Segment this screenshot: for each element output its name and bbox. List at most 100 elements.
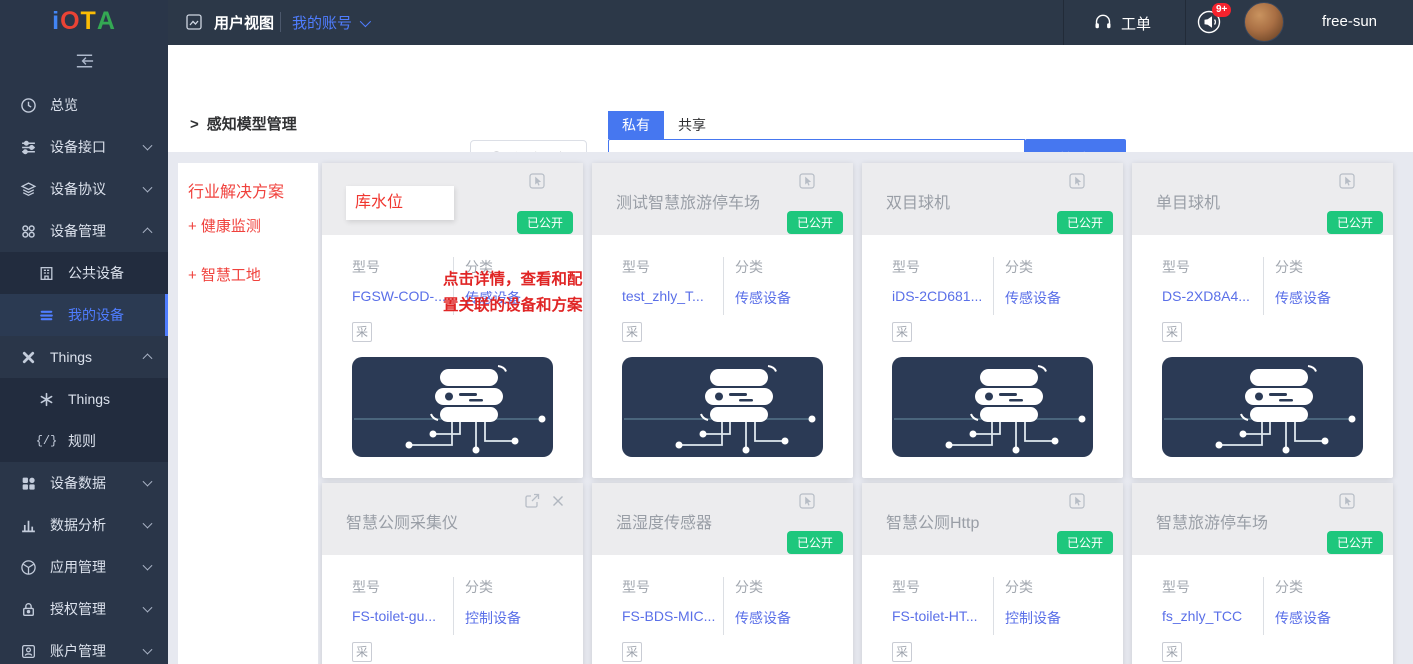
collapse-sidebar-button[interactable] xyxy=(0,42,168,84)
card-info: 型号 iDS-2CD681... 分类 传感设备 xyxy=(892,257,1109,315)
publish-cursor-icon[interactable] xyxy=(1339,493,1355,509)
solution-item-smart-site[interactable]: + 智慧工地 xyxy=(188,264,308,285)
device-card-card-1[interactable]: 已公开 型号 FGSW-COD-... 分类 传感设备 采 库水位 点击详情，查… xyxy=(322,163,583,478)
sidebar-item-account-management[interactable]: 账户管理 xyxy=(0,630,168,664)
category-label: 分类 xyxy=(1005,577,1061,597)
solutions-panel: 行业解决方案 + 健康监测+ 智慧工地 xyxy=(178,163,318,664)
sidebar-item-label: 授权管理 xyxy=(50,599,106,619)
published-badge: 已公开 xyxy=(1057,531,1113,554)
model-label: 型号 xyxy=(622,577,723,597)
device-card-card-6[interactable]: 温湿度传感器 已公开 型号 FS-BDS-MIC... 分类 传感设备 采 xyxy=(592,483,853,664)
chevron-down-icon xyxy=(143,519,153,529)
category-link[interactable]: 控制设备 xyxy=(465,608,521,628)
published-badge: 已公开 xyxy=(787,531,843,554)
tab-private[interactable]: 私有 xyxy=(608,111,664,139)
device-image xyxy=(1162,357,1363,457)
category-link[interactable]: 控制设备 xyxy=(1005,608,1061,628)
device-card-card-3[interactable]: 双目球机 已公开 型号 iDS-2CD681... 分类 传感设备 采 xyxy=(862,163,1123,478)
sidebar-item-label: 公共设备 xyxy=(68,263,124,283)
braces-icon: {/} xyxy=(38,433,55,450)
category-link[interactable]: 传感设备 xyxy=(735,608,791,628)
published-badge: 已公开 xyxy=(1327,531,1383,554)
model-label: 型号 xyxy=(892,577,993,597)
card-header: 智慧公厕采集仪 xyxy=(322,483,583,555)
card-title: 智慧公厕采集仪 xyxy=(346,509,458,533)
sidebar-item-label: Things xyxy=(50,349,92,365)
sidebar-item-rules[interactable]: {/} 规则 xyxy=(0,420,168,462)
sidebar-item-device-data[interactable]: 设备数据 xyxy=(0,462,168,504)
device-image xyxy=(622,357,823,457)
collect-tag: 采 xyxy=(892,322,912,342)
card-info: 型号 FS-BDS-MIC... 分类 传感设备 xyxy=(622,577,839,635)
account-menu[interactable]: 我的账号 xyxy=(292,12,368,33)
chevron-down-icon xyxy=(143,477,153,487)
workorder-link[interactable]: 工单 xyxy=(1121,13,1151,34)
card-body: 型号 FS-toilet-HT... 分类 控制设备 采 xyxy=(862,555,1123,664)
publish-cursor-icon[interactable] xyxy=(1339,173,1355,189)
category-link[interactable]: 传感设备 xyxy=(1275,608,1331,628)
published-badge: 已公开 xyxy=(1327,211,1383,234)
topbar-divider xyxy=(1185,0,1186,45)
category-link[interactable]: 传感设备 xyxy=(1005,288,1061,308)
headset-icon[interactable] xyxy=(1092,11,1114,38)
card-body: 型号 iDS-2CD681... 分类 传感设备 采 xyxy=(862,235,1123,478)
publish-cursor-icon[interactable] xyxy=(1069,173,1085,189)
device-card-card-2[interactable]: 测试智慧旅游停车场 已公开 型号 test_zhly_T... 分类 传感设备 … xyxy=(592,163,853,478)
logo-letter: O xyxy=(60,7,80,36)
model-label: 型号 xyxy=(352,257,453,277)
sidebar-item-things-sub[interactable]: Things xyxy=(0,378,168,420)
username[interactable]: free-sun xyxy=(1322,13,1377,30)
layers-icon xyxy=(20,181,37,198)
device-card-card-4[interactable]: 单目球机 已公开 型号 DS-2XD8A4... 分类 传感设备 采 xyxy=(1132,163,1393,478)
building-icon xyxy=(38,265,55,282)
sidebar-item-public-devices[interactable]: 公共设备 xyxy=(0,252,168,294)
sidebar-item-device-interface[interactable]: 设备接口 xyxy=(0,126,168,168)
solution-item-health-monitoring[interactable]: + 健康监测 xyxy=(188,215,308,236)
share-icon[interactable] xyxy=(523,492,541,510)
device-card-card-5[interactable]: 智慧公厕采集仪 型号 FS-toilet-gu... 分类 控制设备 采 xyxy=(322,483,583,664)
squares-icon xyxy=(20,475,37,492)
publish-cursor-icon[interactable] xyxy=(799,493,815,509)
close-icon[interactable] xyxy=(551,494,565,508)
asterisk-icon xyxy=(38,391,55,408)
device-image xyxy=(352,357,553,457)
sidebar-item-label: 设备协议 xyxy=(50,179,106,199)
sidebar-item-my-devices[interactable]: 我的设备 xyxy=(0,294,168,336)
card-header: 智慧公厕Http 已公开 xyxy=(862,483,1123,555)
device-image xyxy=(892,357,1093,457)
topbar-separator xyxy=(280,12,281,32)
avatar[interactable] xyxy=(1244,2,1284,42)
sidebar-item-device-protocol[interactable]: 设备协议 xyxy=(0,168,168,210)
card-body: 型号 test_zhly_T... 分类 传感设备 采 xyxy=(592,235,853,478)
publish-cursor-icon[interactable] xyxy=(799,173,815,189)
card-header: 测试智慧旅游停车场 已公开 xyxy=(592,163,853,235)
sidebar-item-label: 设备接口 xyxy=(50,137,106,157)
sidebar-item-overview[interactable]: 总览 xyxy=(0,84,168,126)
chart-icon xyxy=(20,517,37,534)
sidebar-item-label: 数据分析 xyxy=(50,515,106,535)
device-card-card-8[interactable]: 智慧旅游停车场 已公开 型号 fs_zhly_TCC 分类 传感设备 采 xyxy=(1132,483,1393,664)
sidebar-item-label: 应用管理 xyxy=(50,557,106,577)
collect-tag: 采 xyxy=(352,642,372,662)
model-value: iDS-2CD681... xyxy=(892,288,993,304)
publish-cursor-icon[interactable] xyxy=(1069,493,1085,509)
category-label: 分类 xyxy=(1275,257,1331,277)
category-label: 分类 xyxy=(465,577,521,597)
sidebar-item-things[interactable]: Things xyxy=(0,336,168,378)
collect-tag: 采 xyxy=(352,322,372,342)
lock-icon xyxy=(20,601,37,618)
sidebar-item-auth-management[interactable]: 授权管理 xyxy=(0,588,168,630)
publish-cursor-icon[interactable] xyxy=(529,173,545,189)
card-header: 单目球机 已公开 xyxy=(1132,163,1393,235)
device-card-card-7[interactable]: 智慧公厕Http 已公开 型号 FS-toilet-HT... 分类 控制设备 … xyxy=(862,483,1123,664)
category-link[interactable]: 传感设备 xyxy=(1275,288,1331,308)
category-link[interactable]: 传感设备 xyxy=(735,288,791,308)
view-icon[interactable] xyxy=(185,13,203,36)
tab-shared[interactable]: 共享 xyxy=(664,111,720,139)
sidebar-item-label: Things xyxy=(68,391,110,407)
sidebar-item-device-management[interactable]: 设备管理 xyxy=(0,210,168,252)
sidebar-item-data-analysis[interactable]: 数据分析 xyxy=(0,504,168,546)
annotation-tooltip: 库水位 xyxy=(346,186,454,220)
model-label: 型号 xyxy=(352,577,453,597)
sidebar-item-app-management[interactable]: 应用管理 xyxy=(0,546,168,588)
